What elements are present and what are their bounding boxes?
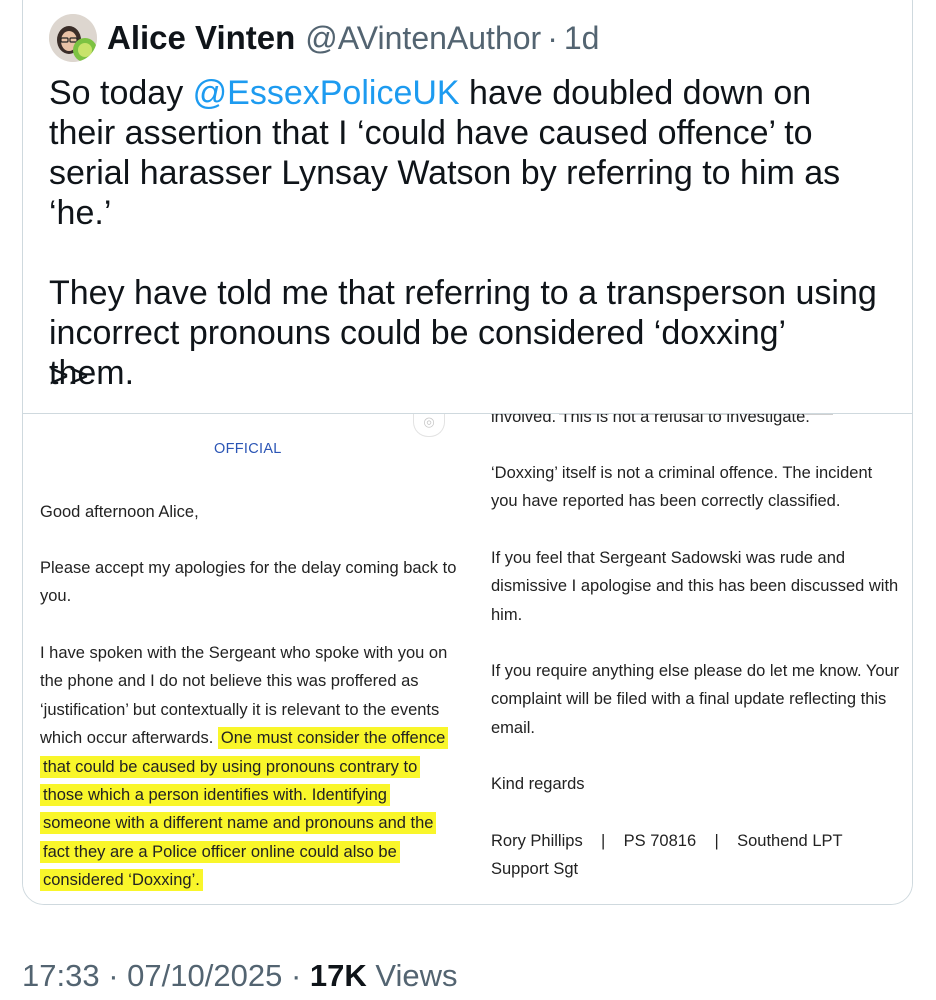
tweet-metadata: 17:33 · 07/10/2025 · 17K Views — [22, 958, 458, 994]
author-name[interactable]: Alice Vinten — [107, 19, 295, 57]
header-separator: · — [547, 19, 558, 56]
avatar-image — [49, 14, 97, 62]
letter-signoff: Kind regards — [491, 775, 585, 793]
tweet-text: So today @EssexPoliceUK have doubled dow… — [49, 73, 879, 393]
views-label: Views — [375, 958, 458, 993]
author-avatar[interactable] — [49, 14, 97, 62]
letter-right-paragraph-3: If you feel that Sergeant Sadowski was r… — [491, 549, 899, 624]
mention-link[interactable]: @EssexPoliceUK — [193, 74, 460, 112]
attached-letter-image[interactable]: ◎ OFFICIAL Good afternoon Alice, Please … — [23, 414, 912, 904]
watermark-icon: ◎ — [413, 414, 445, 437]
tweet-time[interactable]: 17:33 — [22, 958, 100, 993]
letter-signature: Rory Phillips | PS 70816 | Southend LPT … — [491, 832, 847, 879]
letter-greeting: Good afternoon Alice, — [40, 503, 199, 521]
letter-paragraph-1: Please accept my apologies for the delay… — [40, 559, 457, 606]
tweet-header: Alice Vinten @AVintenAuthor · 1d — [49, 13, 599, 63]
letter-paragraph-2: I have spoken with the Sergeant who spok… — [40, 639, 452, 895]
letter-right-paragraph-2: ‘Doxxing’ itself is not a criminal offen… — [491, 464, 873, 511]
tweet-card[interactable]: Alice Vinten @AVintenAuthor · 1d So toda… — [22, 0, 913, 905]
tweet-text-start: So today — [49, 74, 193, 112]
letter-right-paragraph-4: If you require anything else please do l… — [491, 662, 900, 737]
tweet-age[interactable]: 1d — [564, 20, 600, 57]
thread-continues-marker: >> — [49, 357, 89, 395]
letter-right-paragraph-1: involved. This is not a refusal to inves… — [491, 414, 810, 426]
highlighted-passage: One must consider the offence that could… — [40, 727, 449, 892]
views-count: 17K — [309, 958, 367, 993]
meta-separator-1: · — [108, 958, 119, 993]
tweet-paragraph-2: They have told me that referring to a tr… — [49, 274, 877, 392]
official-label: OFFICIAL — [214, 441, 282, 457]
tweet-date[interactable]: 07/10/2025 — [127, 958, 282, 993]
tweet-paragraph-1: So today @EssexPoliceUK have doubled dow… — [49, 73, 879, 233]
author-handle[interactable]: @AVintenAuthor — [305, 20, 541, 57]
meta-separator-2: · — [290, 958, 302, 993]
